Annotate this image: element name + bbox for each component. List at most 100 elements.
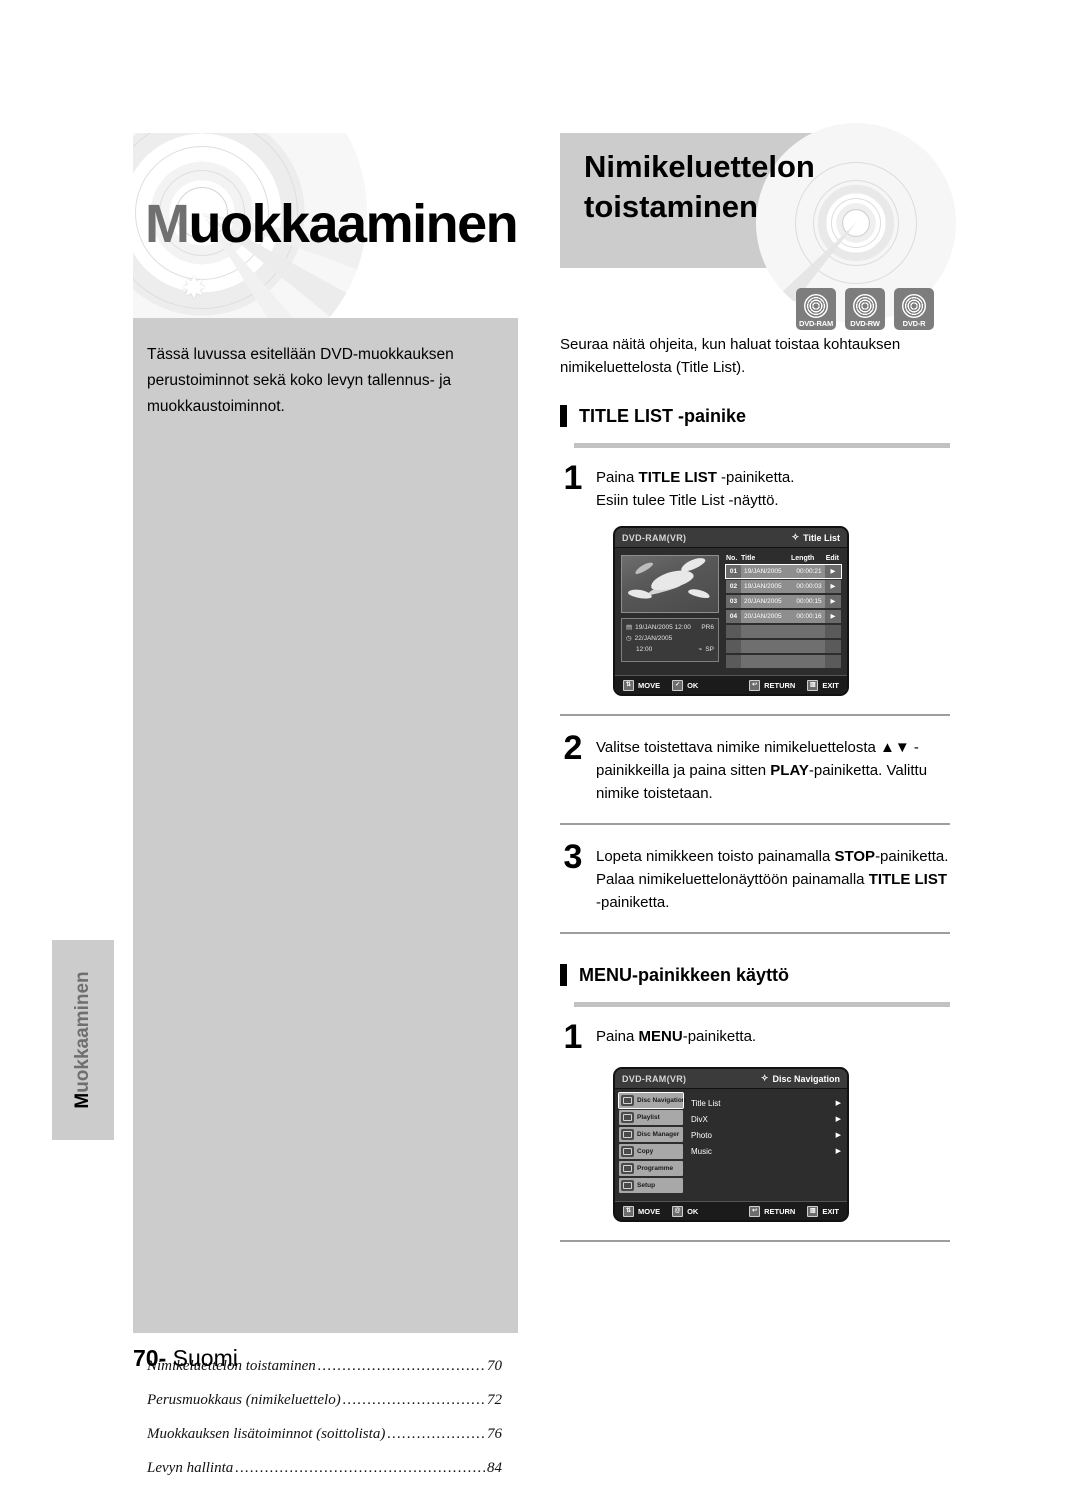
copy-icon — [621, 1146, 634, 1157]
sidebar-item-label: Disc Manager — [637, 1131, 680, 1138]
section-heading-menu: MENU-painikkeen käyttö — [560, 964, 950, 986]
toc-dot-leader: ........................................… — [317, 1358, 485, 1374]
osd-button-return[interactable]: ↩ RETURN — [749, 679, 795, 691]
chapter-side-tab-text: Muokkaaminen — [72, 971, 94, 1108]
badge-dvd-r: DVD-R — [894, 288, 934, 330]
osd-button-bar: ⇅ MOVE ✓ OK ↩ RETURN ▥ EXIT — [615, 675, 847, 694]
disc-icon — [804, 294, 828, 318]
cell-title: 19/JAN/2005 — [741, 580, 793, 593]
info-programme: PR6 — [701, 624, 714, 631]
osd-button-label: OK — [687, 680, 699, 690]
cell-no: 03 — [726, 595, 741, 608]
cell-edit-arrow-icon[interactable]: ▶ — [825, 565, 841, 578]
step-text-strong: TITLE LIST — [638, 469, 717, 486]
sidebar-item-disc-manager[interactable]: Disc Manager — [619, 1127, 683, 1142]
sidebar-item-disc-navigation[interactable]: Disc Navigation — [618, 1092, 686, 1109]
chevron-right-icon: ▶ — [835, 1116, 841, 1123]
menu-item-divx[interactable]: DivX ▶ — [691, 1111, 841, 1127]
clock-icon: ◷ — [626, 635, 632, 642]
toc-entry[interactable]: Muokkauksen lisätoiminnot (soittolista) … — [147, 1426, 502, 1443]
section-bullet-icon — [560, 405, 567, 427]
sidebar-item-label: Copy — [637, 1148, 654, 1155]
step-text-part: -painiketta. — [596, 894, 670, 911]
table-header-row: No. Title Length Edit — [726, 555, 841, 565]
osd-content: ▤ 19/JAN/2005 12:00 PR6 ◷ 22/JAN/2005 12… — [615, 548, 847, 675]
cell-title: 20/JAN/2005 — [741, 595, 793, 608]
right-column-body: Seuraa näitä ohjeita, kun haluat toistaa… — [560, 333, 950, 1258]
osd-screen-label-text: Title List — [803, 532, 840, 543]
table-row[interactable]: 01 19/JAN/2005 00:00:21 ▶ — [725, 564, 842, 579]
ok-icon: @ — [672, 1205, 684, 1217]
osd-sidebar: Disc Navigation Playlist Disc Manager Co… — [615, 1089, 686, 1201]
toc-dot-leader: ........................................… — [235, 1460, 485, 1476]
menu-item-label: Title List — [691, 1098, 721, 1108]
cell-title: 19/JAN/2005 — [741, 565, 793, 578]
menu-item-title-list[interactable]: Title List ▶ — [691, 1095, 841, 1111]
return-icon: ↩ — [749, 1205, 761, 1217]
menu-item-label: Photo — [691, 1130, 712, 1140]
step-text: Valitse toistettava nimike nimikeluettel… — [596, 732, 950, 805]
sidebar-item-label: Disc Navigation — [637, 1097, 686, 1104]
chapter-intro-text: Tässä luvussa esitellään DVD-muokkauksen… — [147, 346, 454, 415]
cell-length: 00:00:16 — [793, 610, 825, 623]
cell-edit-arrow-icon[interactable]: ▶ — [825, 580, 841, 593]
osd-button-ok[interactable]: ✓ OK — [672, 679, 699, 691]
sidebar-item-setup[interactable]: Setup — [619, 1178, 683, 1193]
osd-disc-navigation: DVD-RAM(VR) ✧ Disc Navigation Disc Navig… — [613, 1067, 849, 1222]
osd-button-exit[interactable]: ▥ EXIT — [807, 679, 839, 691]
programme-icon — [621, 1163, 634, 1174]
thumbnail-image — [621, 555, 719, 613]
osd-title-bar: DVD-RAM(VR) ✧ Disc Navigation — [615, 1069, 847, 1089]
osd-button-label: EXIT — [822, 1206, 839, 1216]
info-line-3: 12:00 ⌁ SP — [626, 644, 714, 655]
section-rule — [574, 443, 950, 448]
toc-entry-label: Levyn hallinta — [147, 1460, 234, 1476]
footer-separator: - — [158, 1345, 167, 1371]
section-bullet-icon — [560, 964, 567, 986]
step-text-part: -painiketta. — [875, 848, 949, 865]
osd-button-move[interactable]: ⇅ MOVE — [623, 1205, 660, 1217]
osd-button-bar: ⇅ MOVE @ OK ↩ RETURN ▥ EXIT — [615, 1201, 847, 1220]
table-row-empty — [726, 640, 841, 653]
table-row[interactable]: 02 19/JAN/2005 00:00:03 ▶ — [726, 580, 841, 593]
osd-button-return[interactable]: ↩ RETURN — [749, 1205, 795, 1217]
cell-length: 00:00:03 — [793, 580, 825, 593]
table-row[interactable]: 04 20/JAN/2005 00:00:16 ▶ — [726, 610, 841, 623]
toc-entry[interactable]: Levyn hallinta .........................… — [147, 1460, 502, 1477]
table-row[interactable]: 03 20/JAN/2005 00:00:15 ▶ — [726, 595, 841, 608]
sidebar-item-programme[interactable]: Programme — [619, 1161, 683, 1176]
cell-no: 02 — [726, 580, 741, 593]
table-row-empty — [726, 625, 841, 638]
disc-manager-icon — [621, 1129, 634, 1140]
toc-entry[interactable]: Perusmuokkaus (nimikeluettelo) .........… — [147, 1392, 502, 1409]
footer-page-number: 70 — [133, 1345, 159, 1371]
step-text-part: -painiketta. — [682, 1028, 757, 1045]
page-footer: 70- Suomi — [133, 1345, 238, 1372]
badge-dvd-ram: DVD-RAM — [796, 288, 836, 330]
menu-item-label: Music — [691, 1146, 712, 1156]
disc-icon — [902, 294, 926, 318]
side-tab-cap: M — [72, 1092, 93, 1109]
osd-button-ok[interactable]: @ OK — [672, 1205, 698, 1217]
step-text: Lopeta nimikkeen toisto painamalla STOP-… — [596, 841, 950, 914]
toc-entry-label: Muokkauksen lisätoiminnot (soittolista) — [147, 1426, 386, 1442]
sidebar-item-label: Programme — [637, 1165, 674, 1172]
exit-icon: ▥ — [807, 1205, 819, 1217]
toc-entry-page: 76 — [487, 1426, 502, 1442]
cell-title: 20/JAN/2005 — [741, 610, 793, 623]
cell-edit-arrow-icon[interactable]: ▶ — [825, 595, 841, 608]
osd-disc-type: DVD-RAM(VR) — [622, 1073, 687, 1084]
menu-item-photo[interactable]: Photo ▶ — [691, 1127, 841, 1143]
menu-item-music[interactable]: Music ▶ — [691, 1143, 841, 1159]
toc-dot-leader: ........................................… — [387, 1426, 485, 1442]
sidebar-item-playlist[interactable]: Playlist — [619, 1110, 683, 1125]
cell-edit-arrow-icon[interactable]: ▶ — [825, 610, 841, 623]
section-title: Nimikeluettelon toistaminen — [584, 147, 815, 227]
sidebar-item-copy[interactable]: Copy — [619, 1144, 683, 1159]
disc-navigation-icon — [621, 1095, 634, 1106]
left-column: ✸ Muokkaaminen Tässä luvussa esitellään … — [133, 133, 518, 1476]
osd-button-exit[interactable]: ▥ EXIT — [807, 1205, 839, 1217]
toc-dot-leader: ........................................… — [342, 1392, 485, 1408]
cell-no: 01 — [726, 565, 741, 578]
osd-button-move[interactable]: ⇅ MOVE — [623, 679, 660, 691]
